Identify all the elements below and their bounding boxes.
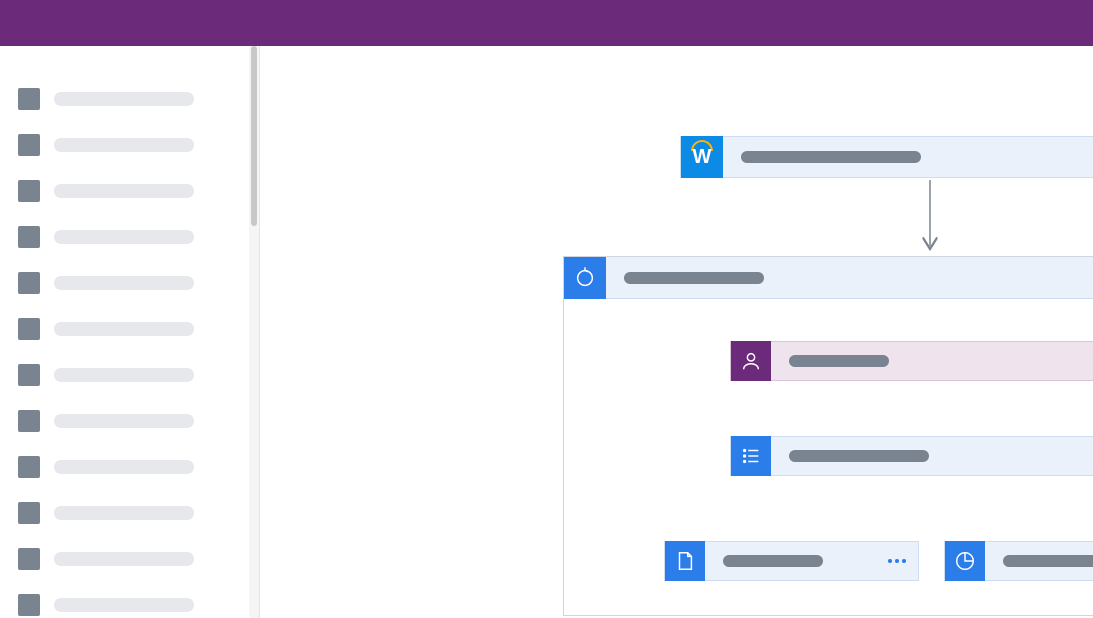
- sidebar-item-icon: [18, 456, 40, 478]
- sidebar-item[interactable]: [0, 76, 259, 122]
- sidebar-item-icon: [18, 88, 40, 110]
- sidebar-item-label: [54, 368, 194, 382]
- document-icon: [665, 541, 705, 581]
- sidebar-list: [0, 46, 259, 618]
- sidebar-item[interactable]: [0, 168, 259, 214]
- sidebar-item[interactable]: [0, 444, 259, 490]
- list-node[interactable]: [730, 436, 1093, 476]
- sidebar-item-icon: [18, 272, 40, 294]
- flow-canvas[interactable]: W: [260, 46, 1093, 618]
- sidebar-item-label: [54, 552, 194, 566]
- sidebar-item[interactable]: [0, 582, 259, 618]
- person-node[interactable]: [730, 341, 1093, 381]
- body: W: [0, 46, 1093, 618]
- sidebar-item-label: [54, 276, 194, 290]
- workday-icon: W: [681, 136, 723, 178]
- sidebar-item[interactable]: [0, 122, 259, 168]
- chart-node[interactable]: [944, 541, 1093, 581]
- trigger-node[interactable]: W: [680, 136, 1093, 178]
- sidebar-item-label: [54, 598, 194, 612]
- sidebar-item[interactable]: [0, 398, 259, 444]
- sidebar-item[interactable]: [0, 490, 259, 536]
- pie-chart-icon: [945, 541, 985, 581]
- sidebar-item-label: [54, 506, 194, 520]
- sidebar-item-label: [54, 92, 194, 106]
- loop-header[interactable]: [564, 257, 1093, 299]
- more-button[interactable]: [888, 559, 906, 563]
- sidebar-item[interactable]: [0, 352, 259, 398]
- sidebar-item-label: [54, 322, 194, 336]
- sidebar-item-icon: [18, 364, 40, 386]
- list-label: [789, 450, 929, 462]
- loop-label: [624, 272, 764, 284]
- sidebar-item-label: [54, 230, 194, 244]
- sidebar-item-icon: [18, 226, 40, 248]
- sidebar-item[interactable]: [0, 536, 259, 582]
- document-label: [723, 555, 823, 567]
- sidebar-item-label: [54, 414, 194, 428]
- sidebar-item-label: [54, 460, 194, 474]
- sidebar-item-icon: [18, 594, 40, 616]
- chart-label: [1003, 555, 1093, 567]
- sidebar-item-icon: [18, 134, 40, 156]
- sidebar-item-icon: [18, 318, 40, 340]
- sidebar: [0, 46, 260, 618]
- refresh-icon: [564, 257, 606, 299]
- sidebar-item-icon: [18, 548, 40, 570]
- sidebar-item[interactable]: [0, 214, 259, 260]
- sidebar-item-icon: [18, 502, 40, 524]
- sidebar-item-label: [54, 184, 194, 198]
- list-icon: [731, 436, 771, 476]
- sidebar-item-icon: [18, 410, 40, 432]
- sidebar-scrollbar[interactable]: [249, 46, 259, 618]
- sidebar-item-icon: [18, 180, 40, 202]
- sidebar-item[interactable]: [0, 306, 259, 352]
- top-bar: [0, 0, 1093, 46]
- person-icon: [731, 341, 771, 381]
- person-label: [789, 355, 889, 367]
- scrollbar-thumb[interactable]: [251, 46, 257, 226]
- document-node[interactable]: [664, 541, 919, 581]
- trigger-label: [741, 151, 921, 163]
- sidebar-item[interactable]: [0, 260, 259, 306]
- sidebar-item-label: [54, 138, 194, 152]
